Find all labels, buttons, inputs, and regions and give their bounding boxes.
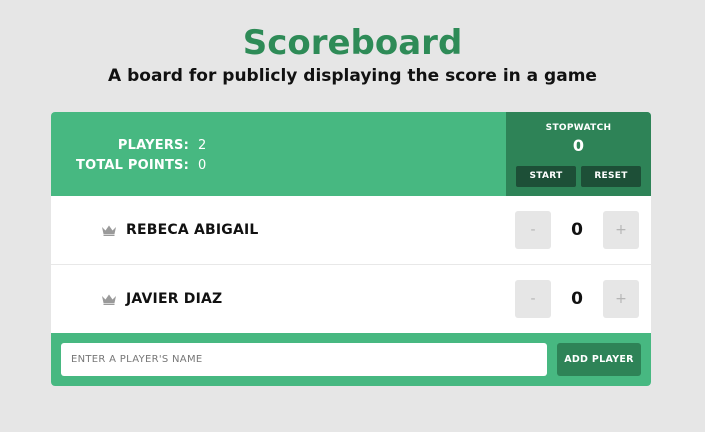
stopwatch-reset-button[interactable]: RESET <box>581 166 641 187</box>
page-title: Scoreboard <box>242 23 463 63</box>
player-score: 0 <box>571 289 583 309</box>
increment-score-button[interactable]: + <box>603 211 639 249</box>
increment-score-button[interactable]: + <box>603 280 639 318</box>
scoreboard: PLAYERS: 2 TOTAL POINTS: 0 STOPWATCH 0 S… <box>51 112 651 386</box>
player-row: REBECA ABIGAIL - 0 + <box>51 196 651 265</box>
stopwatch: STOPWATCH 0 START RESET <box>506 112 651 196</box>
page-subtitle: A board for publicly displaying the scor… <box>108 66 597 86</box>
player-name: JAVIER DIAZ <box>126 291 223 307</box>
crown-icon <box>102 225 116 236</box>
crown-icon <box>102 294 116 305</box>
total-points-stat: TOTAL POINTS: 0 <box>51 156 211 176</box>
players-label: PLAYERS: <box>117 138 189 153</box>
player-name: REBECA ABIGAIL <box>126 222 259 238</box>
total-points-value: 0 <box>198 158 207 173</box>
add-player-button[interactable]: ADD PLAYER <box>557 343 641 376</box>
decrement-score-button[interactable]: - <box>515 280 551 318</box>
stats-panel: PLAYERS: 2 TOTAL POINTS: 0 <box>51 136 211 176</box>
player-name-input[interactable] <box>61 343 547 376</box>
add-player-form: ADD PLAYER <box>51 333 651 386</box>
player-row: JAVIER DIAZ - 0 + <box>51 265 651 333</box>
stopwatch-time: 0 <box>572 136 585 155</box>
players-count: 2 <box>198 138 207 153</box>
scoreboard-header: PLAYERS: 2 TOTAL POINTS: 0 STOPWATCH 0 S… <box>51 112 651 196</box>
stopwatch-start-button[interactable]: START <box>516 166 576 187</box>
total-points-label: TOTAL POINTS: <box>76 158 189 173</box>
decrement-score-button[interactable]: - <box>515 211 551 249</box>
stopwatch-label: STOPWATCH <box>545 123 612 133</box>
player-score: 0 <box>571 220 583 240</box>
players-stat: PLAYERS: 2 <box>51 136 211 156</box>
